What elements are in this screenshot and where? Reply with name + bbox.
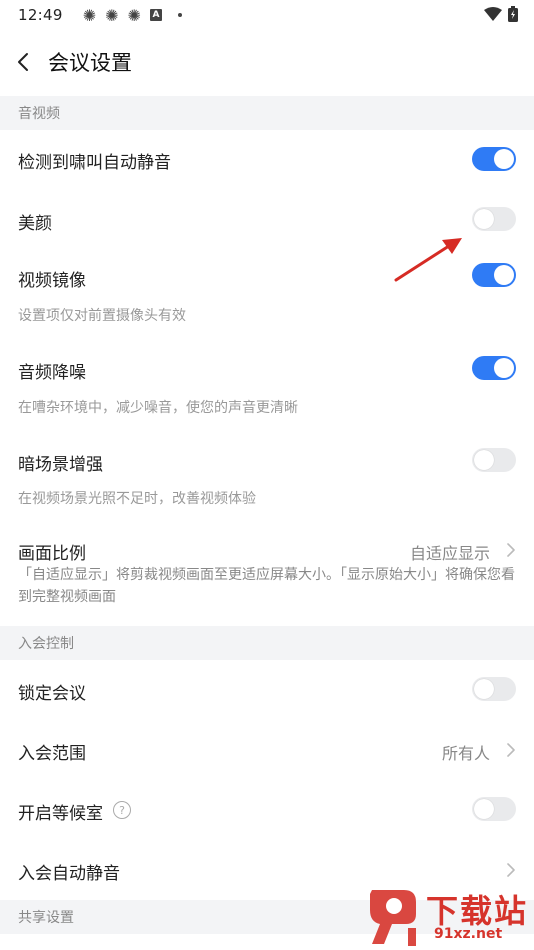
app-notification-icon: ✺ (82, 5, 97, 25)
toggle-knob (474, 679, 494, 699)
setting-label: 视频镜像 (18, 271, 86, 291)
status-right (484, 6, 518, 22)
toggle-knob (474, 450, 494, 470)
setting-label: 锁定会议 (18, 684, 86, 704)
waiting-room-toggle[interactable] (472, 797, 516, 821)
app-header: 会议设置 (0, 38, 534, 86)
battery-charging-icon (508, 6, 518, 22)
notification-badge-icon: A (149, 9, 162, 21)
setting-dark-scene: 暗场景增强 在视频场景光照不足时，改善视频体验 (0, 432, 534, 518)
page-title: 会议设置 (48, 51, 132, 75)
setting-label: 开启等候室 (18, 804, 103, 824)
setting-label: 入会范围 (18, 744, 86, 764)
setting-label: 画面比例 (18, 544, 86, 564)
wifi-icon (484, 7, 502, 21)
setting-label: 检测到啸叫自动静音 (18, 153, 171, 173)
help-icon[interactable]: ? (113, 801, 131, 819)
chevron-right-icon (507, 743, 515, 757)
watermark: 下载站 91xz.net (364, 884, 534, 950)
status-bar: 12:49 ✺ ✺ ✺ A (0, 0, 534, 30)
toggle-knob (494, 149, 514, 169)
setting-noise-reduction: 音频降噪 在嘈杂环境中，减少噪音，使您的声音更清晰 (0, 340, 534, 426)
setting-aspect-ratio[interactable]: 画面比例 自适应显示 「自适应显示」将剪裁视频画面至更适应屏幕大小。「显示原始大… (0, 524, 534, 624)
watermark-url: 91xz.net (434, 926, 503, 942)
app-notification-icon: ✺ (105, 5, 119, 25)
section-header-av: 音视频 (0, 96, 534, 130)
join-range-value: 所有人 (441, 744, 490, 763)
setting-waiting-room: 开启等候室 ? (0, 780, 534, 840)
toggle-knob (474, 799, 494, 819)
howl-mute-toggle[interactable] (472, 147, 516, 171)
setting-description: 在嘈杂环境中，减少噪音，使您的声音更清晰 (18, 400, 298, 416)
toggle-knob (474, 209, 494, 229)
setting-lock-meeting: 锁定会议 (0, 660, 534, 720)
noise-reduction-toggle[interactable] (472, 356, 516, 380)
more-notifications-icon (177, 13, 182, 17)
beauty-toggle[interactable] (472, 207, 516, 231)
aspect-ratio-value: 自适应显示 (409, 544, 490, 563)
site-logo-icon (370, 890, 416, 946)
setting-howl-mute: 检测到啸叫自动静音 (0, 130, 534, 190)
setting-label: 美颜 (18, 214, 52, 234)
dark-scene-toggle[interactable] (472, 448, 516, 472)
chevron-left-icon (18, 53, 28, 71)
setting-description: 「自适应显示」将剪裁视频画面至更适应屏幕大小。「显示原始大小」将确保您看到完整视… (18, 567, 515, 605)
annotation-arrow-icon (394, 238, 462, 282)
back-button[interactable] (0, 38, 46, 86)
app-notification-icon: ✺ (127, 5, 141, 25)
lock-meeting-toggle[interactable] (472, 677, 516, 701)
setting-label: 暗场景增强 (18, 455, 103, 475)
setting-description: 在视频场景光照不足时，改善视频体验 (18, 491, 256, 507)
chevron-right-icon (507, 863, 515, 877)
setting-label: 入会自动静音 (18, 864, 120, 884)
section-header-join: 入会控制 (0, 626, 534, 660)
setting-join-range[interactable]: 入会范围 所有人 (0, 720, 534, 780)
mirror-toggle[interactable] (472, 263, 516, 287)
toggle-knob (494, 358, 514, 378)
toggle-knob (494, 265, 514, 285)
status-time: 12:49 (18, 6, 63, 24)
setting-label: 音频降噪 (18, 363, 86, 383)
setting-description: 设置项仅对前置摄像头有效 (18, 308, 186, 324)
chevron-right-icon (507, 543, 515, 557)
